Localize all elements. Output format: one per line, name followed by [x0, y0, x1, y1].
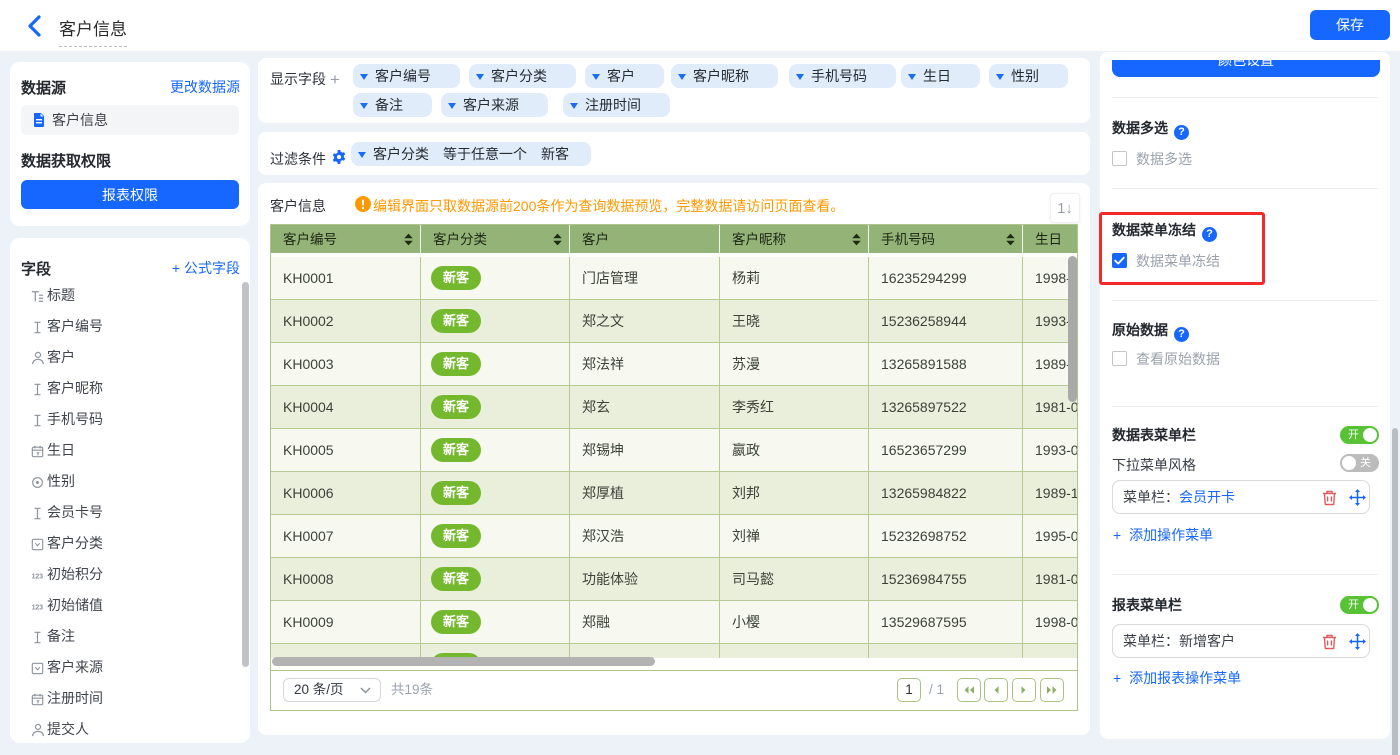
svg-text:123: 123: [32, 574, 44, 581]
svg-text:123: 123: [32, 605, 44, 612]
